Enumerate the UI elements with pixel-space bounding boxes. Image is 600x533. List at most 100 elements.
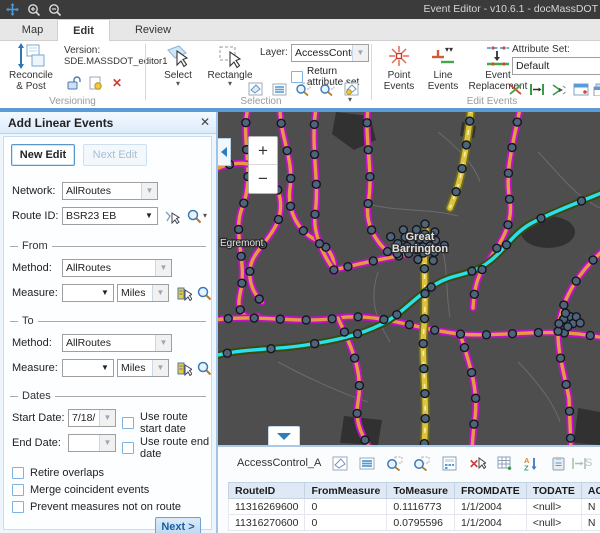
from-measure-caret-icon[interactable]: ▼ — [97, 285, 113, 301]
event-point-marker[interactable] — [562, 380, 570, 388]
event-point-marker[interactable] — [504, 169, 512, 177]
route-zoom-icon[interactable] — [184, 207, 204, 225]
event-point-marker[interactable] — [283, 147, 291, 155]
next-button[interactable]: Next > — [155, 517, 201, 533]
end-date-combo[interactable]: ▼ — [68, 434, 116, 452]
start-date-combo[interactable]: 7/18/ ▼ — [68, 409, 116, 427]
next-edit-button[interactable]: Next Edit — [83, 144, 147, 166]
event-point-marker[interactable] — [363, 119, 371, 127]
reconcile-post-button[interactable]: Reconcile& Post — [2, 42, 60, 92]
use-end-date-checkbox[interactable] — [122, 442, 134, 454]
from-measure-combo[interactable]: ▼ — [62, 284, 114, 302]
event-point-marker[interactable] — [311, 150, 319, 158]
event-point-marker[interactable] — [312, 180, 320, 188]
event-point-marker[interactable] — [267, 345, 275, 353]
event-point-marker[interactable] — [482, 331, 490, 339]
event-point-marker[interactable] — [328, 315, 336, 323]
event-point-marker[interactable] — [470, 290, 478, 298]
event-point-marker[interactable] — [472, 394, 480, 402]
event-point-marker[interactable] — [468, 267, 476, 275]
merge-coincident-checkbox[interactable] — [12, 484, 24, 496]
event-point-marker[interactable] — [311, 210, 319, 218]
to-measure-combo[interactable]: ▼ — [62, 359, 114, 377]
to-unit-caret-icon[interactable]: ▼ — [152, 360, 168, 376]
event-point-marker[interactable] — [503, 241, 511, 249]
event-point-marker[interactable] — [246, 267, 254, 275]
event-point-marker[interactable] — [421, 415, 429, 423]
new-version-icon[interactable] — [86, 75, 104, 91]
event-point-marker[interactable] — [369, 257, 377, 265]
retire-overlaps-checkbox[interactable] — [12, 467, 24, 479]
zoom-in-button[interactable]: + — [249, 137, 277, 165]
event-point-marker[interactable] — [566, 407, 574, 415]
event-point-marker[interactable] — [364, 200, 372, 208]
line-events-button[interactable]: ▾▾ LineEvents — [422, 42, 464, 92]
event-point-marker[interactable] — [458, 165, 466, 173]
start-date-caret-icon[interactable]: ▼ — [99, 410, 115, 426]
event-point-marker[interactable] — [460, 344, 468, 352]
col-todate[interactable]: TODATE — [526, 483, 581, 499]
event-point-marker[interactable] — [414, 255, 422, 263]
route-id-combo[interactable]: BSR23 EB ▼ — [62, 207, 158, 225]
event-point-marker[interactable] — [564, 323, 572, 331]
event-point-marker[interactable] — [354, 330, 362, 338]
event-point-marker[interactable] — [274, 215, 282, 223]
event-point-marker[interactable] — [237, 252, 245, 260]
event-point-marker[interactable] — [493, 244, 501, 252]
from-method-caret-icon[interactable]: ▼ — [155, 260, 171, 276]
from-unit-caret-icon[interactable]: ▼ — [152, 285, 168, 301]
events-window-icon[interactable] — [592, 81, 600, 97]
col-fromdate[interactable]: FROMDATE — [454, 483, 526, 499]
zoom-in-tool-icon[interactable] — [25, 2, 42, 17]
event-point-marker[interactable] — [537, 214, 545, 222]
event-point-marker[interactable] — [353, 409, 361, 417]
event-point-marker[interactable] — [421, 220, 429, 228]
to-method-caret-icon[interactable]: ▼ — [155, 335, 171, 351]
zoom-out-button[interactable]: − — [249, 165, 277, 193]
col-routeid[interactable]: RouteID — [229, 483, 305, 499]
event-point-marker[interactable] — [586, 331, 594, 339]
table-properties-icon[interactable] — [548, 454, 568, 472]
event-point-marker[interactable] — [420, 365, 428, 373]
event-point-marker[interactable] — [534, 329, 542, 337]
event-point-marker[interactable] — [421, 390, 429, 398]
event-point-marker[interactable] — [361, 436, 369, 444]
zoom-out-tool-icon[interactable] — [46, 2, 63, 17]
event-point-marker[interactable] — [419, 340, 427, 348]
route-zoom-caret-icon[interactable]: ▾ — [203, 213, 207, 219]
event-point-marker[interactable] — [250, 314, 258, 322]
event-point-marker[interactable] — [513, 118, 521, 126]
event-point-marker[interactable] — [236, 306, 244, 314]
event-point-marker[interactable] — [557, 354, 565, 362]
split-event-icon[interactable] — [506, 81, 524, 97]
event-point-marker[interactable] — [393, 311, 401, 319]
route-id-combo-caret-icon[interactable]: ▼ — [141, 208, 157, 224]
event-point-marker[interactable] — [287, 202, 295, 210]
zoom-to-selected-icon[interactable] — [294, 81, 312, 97]
tab-map[interactable]: Map — [10, 19, 55, 41]
event-point-marker[interactable] — [576, 319, 584, 327]
use-start-date-checkbox[interactable] — [122, 417, 134, 429]
event-point-marker[interactable] — [316, 240, 324, 248]
selection-list-icon[interactable] — [270, 81, 288, 97]
table-sort-icon[interactable]: AZ — [521, 454, 541, 472]
event-point-marker[interactable] — [368, 226, 376, 234]
layer-combo[interactable]: AccessControl_A ▼ — [291, 44, 369, 62]
end-date-caret-icon[interactable]: ▼ — [99, 435, 115, 451]
tab-edit[interactable]: Edit — [57, 19, 110, 41]
table-row[interactable]: 11316269600 0 0.1116773 1/1/2004 <null> … — [229, 499, 600, 515]
merge-events-icon[interactable] — [550, 81, 568, 97]
from-measure-pick-icon[interactable] — [174, 284, 194, 302]
event-point-marker[interactable] — [355, 382, 363, 390]
event-point-marker[interactable] — [277, 119, 285, 127]
map-view[interactable]: Egremont Great Barrington + − — [218, 112, 600, 445]
point-events-button[interactable]: PointEvents — [378, 42, 420, 92]
event-point-marker[interactable] — [276, 315, 284, 323]
event-point-marker[interactable] — [354, 313, 362, 321]
select-options-caret-icon[interactable]: ▾ — [348, 97, 352, 103]
event-point-marker[interactable] — [299, 227, 307, 235]
event-point-marker[interactable] — [330, 266, 338, 274]
event-point-marker[interactable] — [224, 315, 232, 323]
event-point-marker[interactable] — [572, 277, 580, 285]
event-point-marker[interactable] — [555, 320, 563, 328]
